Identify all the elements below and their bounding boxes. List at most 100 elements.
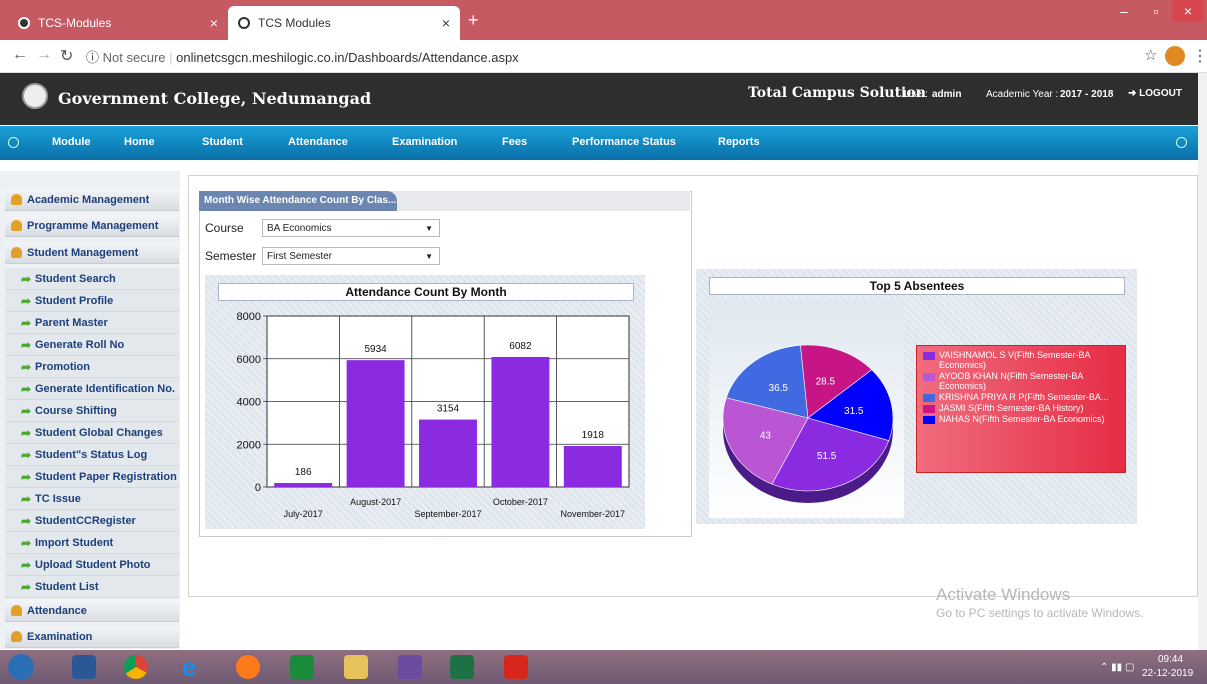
- browser-tab-1[interactable]: TCS-Modules ×: [8, 6, 228, 40]
- sidebar-section-label: Examination: [27, 631, 93, 643]
- college-logo-icon: [22, 83, 48, 109]
- internet-explorer-icon[interactable]: e: [182, 654, 206, 680]
- sidebar-item-label: Import Student: [35, 537, 114, 549]
- bar: [491, 356, 550, 487]
- course-select[interactable]: BA Economics ▼: [262, 219, 440, 237]
- legend-entry: VAISHNAMOL S V(Fifth Semester-BA Economi…: [917, 350, 1125, 370]
- browser-tab-bar: TCS-Modules × TCS Modules × + – ▫ ×: [0, 0, 1207, 40]
- bar-chart: 0 2000 4000 6000 8000 186 July-2017 5934 August-…: [237, 311, 630, 519]
- sidebar-item[interactable]: ➦ Import Student: [5, 532, 179, 554]
- sidebar-item[interactable]: ➦ Student Search: [5, 268, 179, 290]
- menu-performance-status[interactable]: Performance Status: [572, 136, 676, 148]
- x-tick-label: July-2017: [284, 509, 323, 519]
- maximize-icon[interactable]: ▫: [1140, 0, 1172, 22]
- chrome-icon[interactable]: [124, 655, 148, 679]
- menu-fees[interactable]: Fees: [502, 136, 527, 148]
- sidebar-item[interactable]: ➦ Generate Roll No: [5, 334, 179, 356]
- sidebar-item-label: Course Shifting: [35, 405, 117, 417]
- sidebar-section-label: Academic Management: [27, 194, 150, 206]
- sidebar-section-academic[interactable]: Academic Management: [5, 189, 179, 211]
- sidebar-item[interactable]: ➦ Promotion: [5, 356, 179, 378]
- y-tick-label: 2000: [237, 439, 261, 451]
- close-window-icon[interactable]: ×: [1172, 0, 1204, 22]
- arrow-right-icon: ➦: [21, 426, 32, 440]
- sidebar-item[interactable]: ➦ StudentCCRegister: [5, 510, 179, 532]
- back-icon[interactable]: ←: [12, 46, 28, 64]
- url-field[interactable]: ⓘ Not secure | onlinetcsgcn.meshilogic.c…: [86, 47, 519, 66]
- sidebar-item[interactable]: ➦ TC Issue: [5, 488, 179, 510]
- sidebar-item[interactable]: ➦ Student Profile: [5, 290, 179, 312]
- semester-select[interactable]: First Semester ▼: [262, 247, 440, 265]
- sidebar-item[interactable]: ➦ Course Shifting: [5, 400, 179, 422]
- activate-windows-title: Activate Windows: [936, 585, 1071, 604]
- start-button-icon[interactable]: [8, 654, 34, 680]
- forward-icon[interactable]: →: [36, 46, 52, 64]
- sidebar-item[interactable]: ➦ Student"s Status Log: [5, 444, 179, 466]
- users-icon: [11, 220, 22, 231]
- arrow-right-icon: ➦: [21, 338, 32, 352]
- clock-time: 09:44: [1158, 654, 1184, 665]
- system-tray-icons[interactable]: ⌃ ▮▮ ▢: [1100, 662, 1134, 673]
- legend-label: KRISHNA PRIYA R P(Fifth Semester-BA...: [939, 392, 1109, 402]
- acrobat-icon[interactable]: [504, 655, 528, 679]
- arrow-right-icon: ➦: [21, 492, 32, 506]
- sidebar-section-student[interactable]: Student Management: [5, 242, 179, 264]
- legend-label: JASMI S(Fifth Semester-BA History): [939, 403, 1084, 413]
- menu-attendance[interactable]: Attendance: [288, 136, 348, 148]
- users-icon: [11, 631, 22, 642]
- menu-examination[interactable]: Examination: [392, 136, 457, 148]
- page-scrollbar[interactable]: [1198, 73, 1207, 650]
- visual-studio-icon[interactable]: [398, 655, 422, 679]
- sidebar-item-label: Parent Master: [35, 317, 108, 329]
- pie-chart-title: Top 5 Absentees: [709, 277, 1125, 295]
- bar: [346, 360, 405, 487]
- firefox-icon[interactable]: [236, 655, 260, 679]
- menu-module[interactable]: Module: [52, 136, 91, 148]
- pie-chart: 51.5 43 36.5 28.5 31.5: [722, 344, 894, 503]
- menu-kebab-icon[interactable]: ⋮: [1192, 46, 1207, 66]
- sidebar-item[interactable]: ➦ Generate Identification No.: [5, 378, 179, 400]
- sidebar-section-examination[interactable]: Examination: [5, 626, 179, 648]
- logout-button[interactable]: ➜ LOGOUT: [1128, 88, 1182, 99]
- sidebar-item[interactable]: ➦ Student List: [5, 576, 179, 598]
- menu-reports[interactable]: Reports: [718, 136, 760, 148]
- sidebar-item[interactable]: ➦ Student Global Changes: [5, 422, 179, 444]
- bookmark-star-icon[interactable]: ☆: [1144, 46, 1157, 64]
- minimize-icon[interactable]: –: [1108, 0, 1140, 22]
- sidebar-item[interactable]: ➦ Upload Student Photo: [5, 554, 179, 576]
- system-title: Total Campus Solution: [748, 85, 926, 101]
- excel-icon[interactable]: [450, 655, 474, 679]
- profile-avatar-icon[interactable]: [1165, 46, 1185, 66]
- sidebar-item[interactable]: ➦ Parent Master: [5, 312, 179, 334]
- y-tick-label: 8000: [237, 311, 261, 323]
- not-secure-label: Not secure: [102, 50, 166, 65]
- word-icon[interactable]: [72, 655, 96, 679]
- course-label: Course: [205, 221, 244, 235]
- legend-swatch: [923, 352, 935, 360]
- close-tab-icon[interactable]: ×: [210, 15, 218, 31]
- sidebar-item-label: Promotion: [35, 361, 90, 373]
- sidebar-item[interactable]: ➦ Student Paper Registration: [5, 466, 179, 488]
- sidebar-section-label: Attendance: [27, 605, 87, 617]
- legend-swatch: [923, 405, 935, 413]
- reload-icon[interactable]: ↻: [60, 46, 73, 66]
- menu-scroll-right-icon[interactable]: [1176, 137, 1187, 148]
- user-label: User:: [904, 89, 928, 100]
- bar-value-label: 6082: [509, 341, 532, 352]
- menu-home[interactable]: Home: [124, 136, 155, 148]
- new-tab-icon[interactable]: +: [468, 10, 479, 31]
- sidebar-section-attendance[interactable]: Attendance: [5, 600, 179, 622]
- file-explorer-icon[interactable]: [344, 655, 368, 679]
- close-tab-icon[interactable]: ×: [442, 15, 450, 31]
- arrow-right-icon: ➦: [21, 360, 32, 374]
- bar: [419, 419, 477, 487]
- browser-tab-2[interactable]: TCS Modules ×: [228, 6, 460, 40]
- sidebar-item-label: TC Issue: [35, 493, 81, 505]
- store-icon[interactable]: [290, 655, 314, 679]
- sidebar-item-label: Generate Roll No: [35, 339, 125, 351]
- y-tick-label: 0: [255, 482, 261, 494]
- sidebar-section-programme[interactable]: Programme Management: [5, 215, 179, 237]
- menu-scroll-left-icon[interactable]: [8, 137, 19, 148]
- pie-slice-label: 51.5: [817, 451, 837, 462]
- menu-student[interactable]: Student: [202, 136, 243, 148]
